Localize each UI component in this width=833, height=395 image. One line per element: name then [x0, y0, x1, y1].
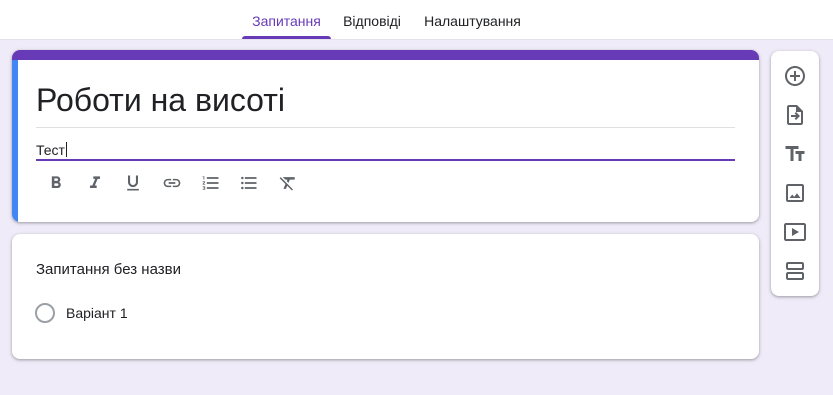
add-image-button[interactable] [783, 181, 807, 205]
add-section-icon [786, 262, 804, 280]
question-title[interactable]: Запитання без назви [36, 261, 181, 278]
question-card[interactable]: Запитання без назви Варіант 1 [12, 234, 759, 359]
add-video-icon [784, 223, 806, 241]
bold-button[interactable] [44, 171, 68, 195]
underline-icon [127, 175, 140, 191]
import-questions-icon [787, 105, 803, 125]
tab-settings[interactable]: Налаштування [419, 0, 526, 39]
numbered-list-icon [202, 176, 219, 190]
tab-questions[interactable]: Запитання [242, 0, 331, 39]
underline-button[interactable] [121, 171, 145, 195]
active-card-indicator [12, 60, 18, 222]
import-questions-button[interactable] [783, 103, 807, 127]
option-label: Варіант 1 [66, 305, 128, 321]
add-title-icon [785, 146, 805, 161]
option-item[interactable]: Варіант 1 [35, 303, 128, 323]
form-description-input[interactable]: Тест [36, 140, 735, 160]
link-button[interactable] [160, 171, 184, 195]
add-question-button[interactable] [783, 64, 807, 88]
form-description-text: Тест [36, 142, 65, 158]
form-header-card[interactable]: Роботи на висоті Тест [12, 50, 759, 222]
form-title-input[interactable]: Роботи на висоті [36, 82, 285, 119]
clear-formatting-icon [279, 177, 295, 191]
bulleted-list-icon [241, 176, 257, 190]
theme-accent-bar [12, 50, 759, 60]
top-tab-bar: Запитання Відповіді Налаштування [0, 0, 833, 40]
tab-answers[interactable]: Відповіді [337, 0, 407, 39]
add-section-button[interactable] [783, 259, 807, 283]
title-underline [36, 127, 735, 128]
add-video-button[interactable] [783, 220, 807, 244]
add-image-icon [786, 184, 804, 202]
description-focus-underline [36, 159, 735, 161]
bold-icon [51, 176, 61, 188]
clear-formatting-button[interactable] [276, 171, 300, 195]
format-toolbar [44, 171, 315, 195]
add-title-button[interactable] [783, 142, 807, 166]
numbered-list-button[interactable] [199, 171, 223, 195]
italic-icon [89, 176, 100, 188]
side-toolbar [771, 51, 819, 296]
text-cursor [65, 142, 67, 157]
italic-button[interactable] [83, 171, 107, 195]
add-question-icon [785, 66, 805, 86]
bulleted-list-button[interactable] [237, 171, 261, 195]
radio-button[interactable] [35, 303, 55, 323]
link-icon [163, 178, 181, 188]
